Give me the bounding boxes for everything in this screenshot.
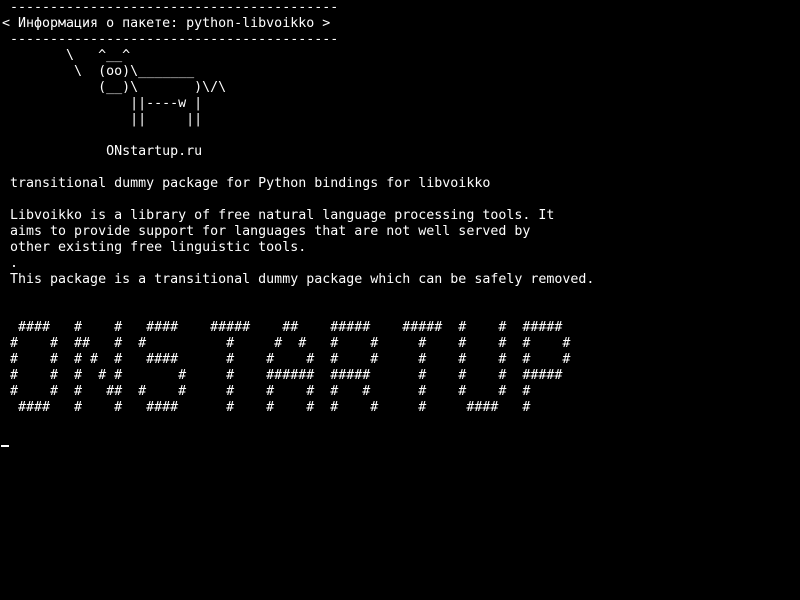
terminal-line: Libvoikko is a library of free natural l… (2, 208, 555, 223)
terminal-line: || || (2, 112, 203, 127)
terminal-line: (__)\ )\/\ (2, 80, 227, 95)
terminal-line: ONstartup.ru (2, 144, 203, 159)
terminal-line: aims to provide support for languages th… (2, 224, 531, 239)
terminal-line: ----------------------------------------… (2, 32, 339, 47)
terminal-line: # # # # # #### # # # # # # # # # # (2, 352, 571, 367)
terminal-line: < Информация о пакете: python-libvoikko … (2, 16, 331, 31)
terminal-line: \ ^__^ (2, 48, 131, 63)
terminal-line: # # # ## # # # # # # # # # # # (2, 384, 531, 399)
terminal-screen[interactable]: ----------------------------------------… (0, 0, 800, 600)
terminal-line: #### # # #### ##### ## ##### ##### # # #… (2, 320, 563, 335)
terminal-line: This package is a transitional dummy pac… (2, 272, 595, 287)
terminal-line: other existing free linguistic tools. (2, 240, 307, 255)
terminal-line: # # # # # # # ###### ##### # # # ##### (2, 368, 563, 383)
terminal-line: # # ## # # # # # # # # # # # # (2, 336, 571, 351)
text-cursor (1, 445, 9, 447)
terminal-line: #### # # #### # # # # # # #### # (2, 400, 531, 415)
terminal-line: \ (oo)\_______ (2, 64, 195, 79)
terminal-line: ----------------------------------------… (2, 0, 339, 15)
terminal-line: ||----w | (2, 96, 203, 111)
terminal-line: transitional dummy package for Python bi… (2, 176, 491, 191)
terminal-line: . (2, 256, 19, 271)
